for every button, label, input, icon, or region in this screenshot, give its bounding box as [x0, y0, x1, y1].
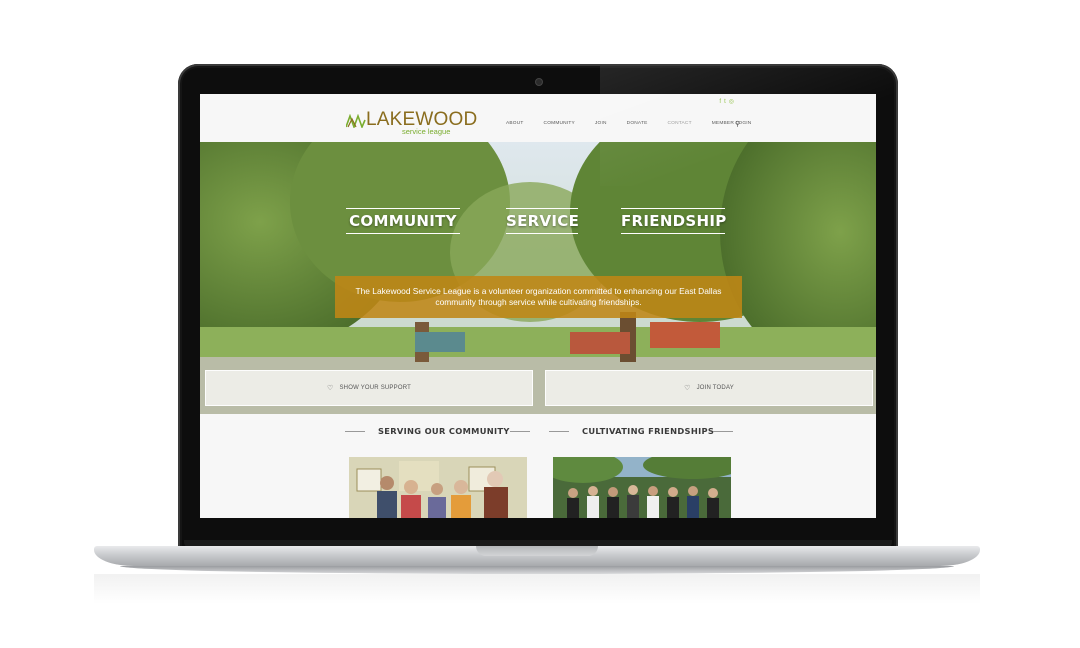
- section-title-serving: SERVING OUR COMMUNITY: [378, 426, 510, 436]
- show-support-button[interactable]: ♡ SHOW YOUR SUPPORT: [205, 370, 533, 406]
- instagram-icon[interactable]: ◎: [729, 99, 734, 105]
- hero-heading-community: COMMUNITY: [346, 208, 460, 234]
- hero-heading-friendship: FRIENDSHIP: [621, 208, 726, 234]
- join-today-label: JOIN TODAY: [696, 385, 734, 391]
- hero-heading-service: SERVICE: [506, 208, 579, 234]
- facebook-icon[interactable]: f: [719, 99, 721, 105]
- main-nav: ABOUT COMMUNITY JOIN DONATE CONTACT MEMB…: [506, 121, 771, 126]
- title-divider: [510, 431, 530, 432]
- title-divider: [345, 431, 365, 432]
- cultivating-friendships-photo[interactable]: [553, 457, 731, 518]
- laptop-screen: f t ◎ LAKEWOOD service league ABOUT COMM…: [200, 94, 876, 518]
- laptop-notch: [476, 546, 598, 556]
- heart-icon: ♡: [684, 385, 691, 392]
- mountain-logo-icon: [346, 114, 366, 128]
- nav-donate[interactable]: DONATE: [627, 121, 648, 126]
- nav-about[interactable]: ABOUT: [506, 121, 524, 126]
- search-icon[interactable]: ⚲: [735, 120, 740, 128]
- logo-subtitle: service league: [402, 127, 451, 136]
- site-logo[interactable]: LAKEWOOD service league: [346, 110, 477, 136]
- site-header: f t ◎ LAKEWOOD service league ABOUT COMM…: [200, 94, 876, 142]
- title-divider: [549, 431, 569, 432]
- title-divider: [713, 431, 733, 432]
- mission-statement: The Lakewood Service League is a volunte…: [335, 276, 742, 318]
- social-links: f t ◎: [719, 99, 734, 105]
- twitter-icon[interactable]: t: [724, 99, 726, 105]
- serving-community-photo[interactable]: [349, 457, 527, 518]
- nav-community[interactable]: COMMUNITY: [544, 121, 575, 126]
- nav-member-login[interactable]: MEMBER LOGIN: [712, 121, 752, 126]
- show-support-label: SHOW YOUR SUPPORT: [339, 385, 411, 391]
- camera-icon: [535, 78, 543, 86]
- mission-text: The Lakewood Service League is a volunte…: [355, 286, 722, 307]
- section-title-friendships: CULTIVATING FRIENDSHIPS: [582, 426, 715, 436]
- heart-icon: ♡: [326, 385, 334, 392]
- laptop-base-bottom: [120, 566, 954, 574]
- laptop-reflection: [94, 574, 980, 604]
- nav-join[interactable]: JOIN: [595, 121, 607, 126]
- nav-contact[interactable]: CONTACT: [668, 121, 692, 126]
- join-today-button[interactable]: ♡ JOIN TODAY: [545, 370, 873, 406]
